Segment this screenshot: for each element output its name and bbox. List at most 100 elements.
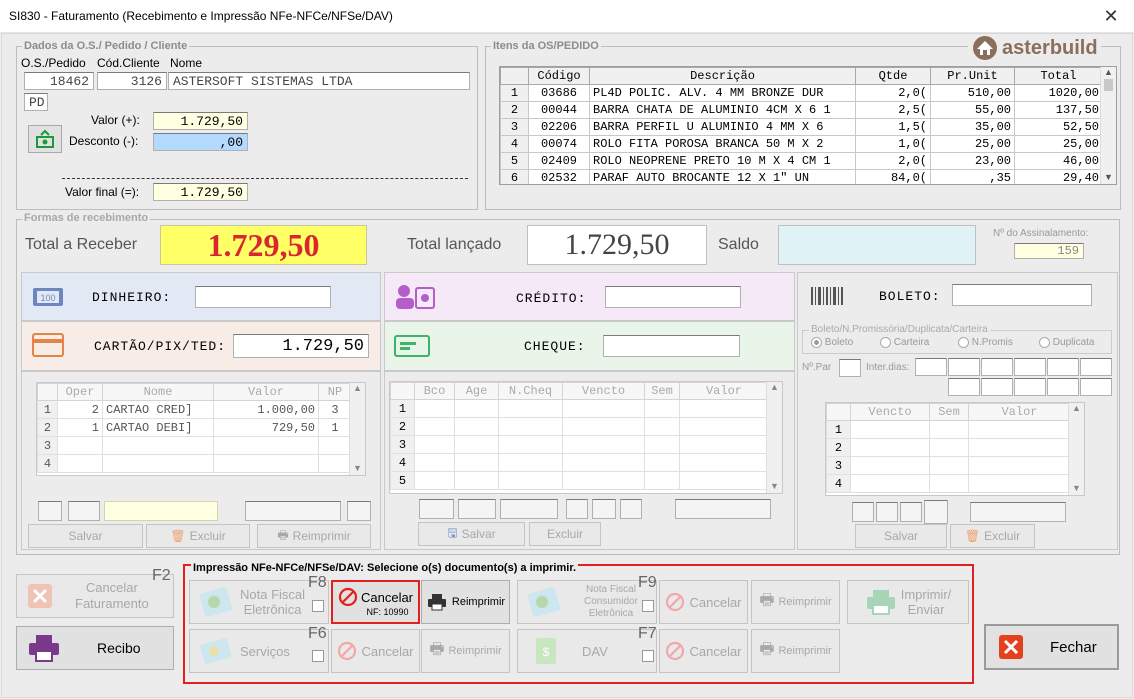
cheque-ncheq-field[interactable]: [500, 499, 558, 519]
table-row[interactable]: 2 00044 BARRA CHATA DE ALUMINIO 4CM X 6 12…: [500, 101, 1103, 119]
cartao-cell[interactable]: 2: [37, 418, 58, 437]
inter-dias-field[interactable]: [1014, 358, 1046, 376]
cartao-scrollbar[interactable]: ▲ ▼: [349, 383, 365, 475]
itens-header-4[interactable]: Pr.Unit: [930, 67, 1015, 85]
cheque-cell[interactable]: 5: [390, 471, 415, 490]
cheque-cell[interactable]: [644, 435, 680, 454]
itens-cell[interactable]: 3: [500, 118, 529, 136]
cartao-cell[interactable]: 3: [37, 436, 58, 455]
itens-cell[interactable]: BARRA PERFIL U ALUMINIO 4 MM X 6: [589, 118, 856, 136]
cheque-cell[interactable]: [498, 417, 563, 436]
itens-cell[interactable]: ROLO FITA POROSA BRANCA 50 M X 2: [589, 135, 856, 153]
table-row[interactable]: 1 2 CARTAO CRED] 1.000,00 3: [37, 400, 352, 419]
table-row[interactable]: 3: [37, 436, 352, 455]
boleto-header-0[interactable]: [826, 403, 851, 421]
boleto-header-3[interactable]: Valor: [968, 403, 1071, 421]
cheque-cell[interactable]: [644, 417, 680, 436]
cheque-cell[interactable]: [454, 435, 499, 454]
itens-cell[interactable]: 03686: [528, 84, 590, 102]
cheque-cell[interactable]: 2: [390, 417, 415, 436]
cartao-cell[interactable]: 4: [37, 454, 58, 473]
cheque-cell[interactable]: [562, 417, 645, 436]
boleto-radio-npromis[interactable]: N.Promis: [958, 337, 1013, 348]
inter-dias-field[interactable]: [981, 358, 1013, 376]
inter-dias-field[interactable]: [1080, 378, 1112, 396]
cheque-dia-field[interactable]: [566, 499, 588, 519]
table-row[interactable]: 3: [390, 435, 769, 454]
dav-button[interactable]: $ DAV: [517, 629, 657, 673]
nfe-checkbox[interactable]: [312, 600, 324, 612]
itens-cell[interactable]: 1020,00: [1014, 84, 1103, 102]
desconto-field[interactable]: ,00: [153, 133, 248, 151]
inter-dias-field[interactable]: [981, 378, 1013, 396]
cheque-cell[interactable]: [414, 471, 455, 490]
itens-cell[interactable]: 1,5(: [855, 118, 931, 136]
itens-cell[interactable]: 510,00: [930, 84, 1015, 102]
boleto-valor-field[interactable]: [970, 502, 1066, 522]
cheque-header-2[interactable]: Age: [454, 382, 499, 400]
cartao-cell[interactable]: 1: [37, 400, 58, 419]
cheque-cell[interactable]: [679, 453, 769, 472]
itens-scrollbar[interactable]: ▲ ▼: [1100, 67, 1116, 184]
cartao-np-field[interactable]: [347, 501, 371, 521]
cheque-cell[interactable]: [454, 453, 499, 472]
itens-cell[interactable]: 55,00: [930, 101, 1015, 119]
boleto-sem-field[interactable]: [924, 500, 948, 524]
boleto-cell[interactable]: [850, 474, 930, 493]
itens-cell[interactable]: 5: [500, 152, 529, 170]
cartao-cell[interactable]: [57, 454, 103, 473]
boleto-cell[interactable]: [850, 438, 930, 457]
itens-cell[interactable]: 137,50: [1014, 101, 1103, 119]
cartao-header-3[interactable]: Valor: [213, 383, 319, 401]
boleto-cell[interactable]: [929, 456, 969, 475]
nome-field[interactable]: ASTERSOFT SISTEMAS LTDA: [168, 72, 470, 90]
boleto-dia-field[interactable]: [852, 502, 874, 522]
table-row[interactable]: 5: [390, 471, 769, 490]
cartao-reimprimir-button[interactable]: 🖶 Reimprimir: [257, 524, 371, 548]
servicos-reimprimir-button[interactable]: 🖶 Reimprimir: [421, 629, 510, 673]
itens-cell[interactable]: 29,40: [1014, 169, 1103, 184]
close-window-button[interactable]: ✕: [1088, 0, 1134, 33]
table-row[interactable]: 3: [826, 456, 1071, 475]
cheque-cell[interactable]: 4: [390, 453, 415, 472]
boleto-excluir-button[interactable]: 🗑 Excluir: [950, 524, 1035, 548]
nfe-reimprimir-button[interactable]: Reimprimir: [421, 580, 510, 624]
cancelar-faturamento-button[interactable]: Cancelar Faturamento: [16, 574, 174, 618]
cheque-ano-field[interactable]: [620, 499, 642, 519]
inter-dias-field[interactable]: [1047, 378, 1079, 396]
table-row[interactable]: 2: [390, 417, 769, 436]
cheque-bco-field[interactable]: [419, 499, 454, 519]
tipo-field[interactable]: PD: [24, 93, 48, 111]
cartao-nome-field[interactable]: [104, 501, 218, 521]
table-row[interactable]: 2 1 CARTAO DEBI] 729,50 1: [37, 418, 352, 437]
cartao-cell[interactable]: [318, 454, 352, 473]
cheque-header-0[interactable]: [390, 382, 415, 400]
itens-cell[interactable]: ROLO NEOPRENE PRETO 10 M X 4 CM 1: [589, 152, 856, 170]
cheque-header-3[interactable]: N.Cheq: [498, 382, 563, 400]
itens-cell[interactable]: 6: [500, 169, 529, 184]
assinal-field[interactable]: 159: [1014, 243, 1084, 259]
cartao-cell[interactable]: 1: [318, 418, 352, 437]
nfce-reimprimir-button[interactable]: 🖶 Reimprimir: [751, 580, 840, 624]
table-row[interactable]: 1 03686 PL4D POLIC. ALV. 4 MM BRONZE DUR 2,…: [500, 84, 1103, 102]
cartao-cell[interactable]: 729,50: [213, 418, 319, 437]
boleto-cell[interactable]: [850, 456, 930, 475]
boleto-field[interactable]: [952, 284, 1092, 306]
boleto-radio-boleto[interactable]: Boleto: [811, 337, 853, 348]
cartao-cell[interactable]: [213, 436, 319, 455]
cheque-cell[interactable]: [679, 435, 769, 454]
boleto-cell[interactable]: 2: [826, 438, 851, 457]
cheque-grid[interactable]: Bco Age N.Cheq Vencto Sem Valor 12345 ▲ ▼: [389, 381, 783, 494]
itens-cell[interactable]: 02409: [528, 152, 590, 170]
recibo-button[interactable]: Recibo: [16, 626, 174, 670]
cheque-cell[interactable]: [562, 471, 645, 490]
cheque-cell[interactable]: [498, 453, 563, 472]
itens-cell[interactable]: 2: [500, 101, 529, 119]
cheque-cell[interactable]: [644, 471, 680, 490]
boleto-salvar-button[interactable]: Salvar: [855, 524, 947, 548]
inter-dias-field[interactable]: [1014, 378, 1046, 396]
boleto-cell[interactable]: 4: [826, 474, 851, 493]
boleto-cell[interactable]: [929, 420, 969, 439]
itens-cell[interactable]: 00074: [528, 135, 590, 153]
boleto-cell[interactable]: 3: [826, 456, 851, 475]
